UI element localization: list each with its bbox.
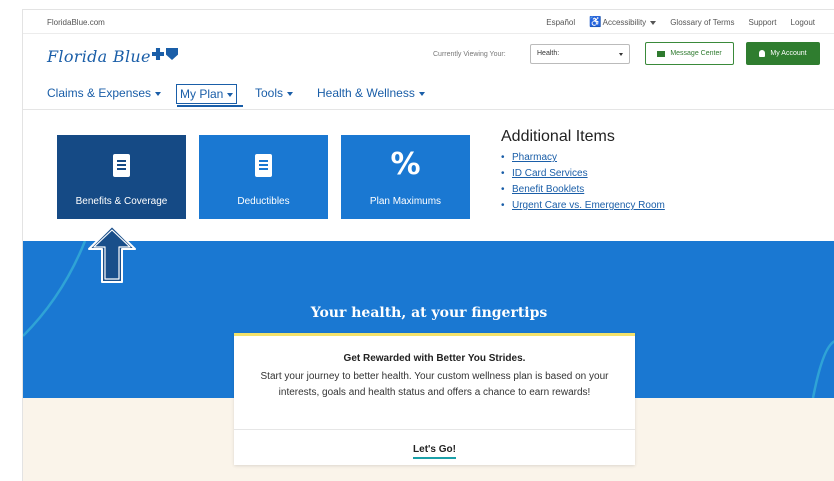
utility-bar: FloridaBlue.com Español ♿Accessibility G… (23, 10, 834, 34)
cross-icon (152, 48, 164, 60)
chevron-down-icon (650, 20, 657, 25)
card-body: Start your journey to better health. You… (260, 371, 609, 398)
up-arrow-icon (88, 225, 136, 283)
tile-benefits-coverage[interactable]: Benefits & Coverage (57, 135, 186, 219)
chevron-down-icon (227, 92, 234, 97)
nav-my-plan[interactable]: My Plan (176, 84, 238, 104)
browser-page: FloridaBlue.com Español ♿Accessibility G… (22, 9, 834, 481)
shield-icon (166, 48, 178, 60)
plan-select[interactable]: Health: (530, 44, 630, 64)
logout-link[interactable]: Logout (791, 18, 815, 27)
tile-plan-maximums[interactable]: % Plan Maximums (341, 135, 470, 219)
chevron-down-icon (619, 53, 623, 56)
link-id-card-services[interactable]: ID Card Services (501, 166, 665, 182)
link-benefit-booklets[interactable]: Benefit Booklets (501, 182, 665, 198)
glossary-link[interactable]: Glossary of Terms (670, 18, 734, 27)
chevron-down-icon (418, 91, 425, 96)
hero-headline: Your health, at your fingertips (310, 305, 548, 321)
envelope-icon (657, 50, 666, 57)
header: Florida Blue Currently Viewing Your: Hea… (23, 34, 834, 72)
chevron-down-icon (155, 91, 162, 96)
nav-claims-expenses[interactable]: Claims & Expenses (44, 84, 164, 102)
viewing-label: Currently Viewing Your: (433, 51, 506, 58)
support-link[interactable]: Support (749, 18, 777, 27)
language-link[interactable]: Español (546, 18, 575, 27)
message-center-button[interactable]: Message Center (645, 42, 734, 65)
document-icon (255, 153, 272, 177)
document-icon (113, 153, 130, 177)
my-account-button[interactable]: My Account (746, 42, 820, 65)
utility-links: Español ♿Accessibility Glossary of Terms… (546, 17, 815, 28)
accessibility-icon: ♿ (589, 17, 602, 28)
logo-marks (152, 48, 178, 60)
chevron-down-icon (287, 91, 294, 96)
rewards-card: Get Rewarded with Better You Strides. St… (234, 333, 635, 465)
lets-go-link[interactable]: Let's Go! (234, 444, 635, 459)
additional-items: Additional Items Pharmacy ID Card Servic… (501, 128, 665, 214)
additional-items-title: Additional Items (501, 128, 615, 145)
nav-tools[interactable]: Tools (252, 84, 296, 102)
link-urgent-care[interactable]: Urgent Care vs. Emergency Room (501, 198, 665, 214)
card-divider (234, 429, 635, 430)
site-name: FloridaBlue.com (47, 18, 105, 27)
person-icon (759, 50, 766, 57)
percent-icon: % (390, 147, 421, 182)
main-nav: Claims & Expenses My Plan Tools Health &… (23, 78, 834, 110)
card-title: Get Rewarded with Better You Strides. (343, 353, 526, 364)
nav-active-underline (177, 105, 243, 107)
link-pharmacy[interactable]: Pharmacy (501, 150, 665, 166)
accessibility-menu[interactable]: ♿Accessibility (589, 17, 657, 28)
nav-health-wellness[interactable]: Health & Wellness (314, 84, 428, 102)
tile-deductibles[interactable]: Deductibles (199, 135, 328, 219)
logo[interactable]: Florida Blue (47, 47, 151, 66)
